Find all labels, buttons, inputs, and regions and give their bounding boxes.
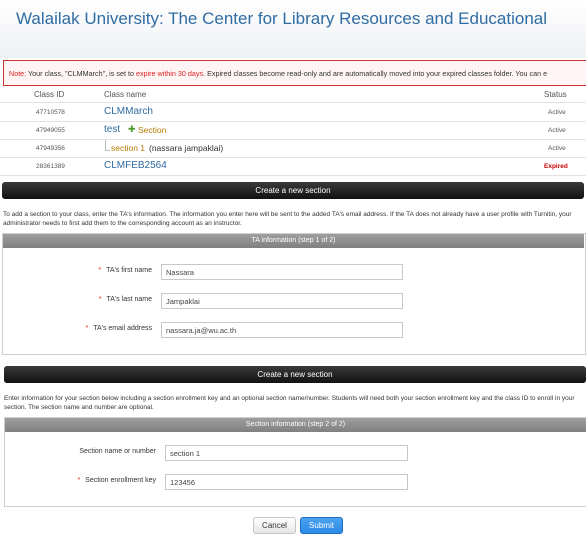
class-name-link[interactable]: CLMMarch (104, 106, 153, 117)
section-name-field[interactable] (165, 445, 408, 461)
header-status: Status (544, 90, 567, 99)
class-status-expired: Expired (544, 163, 568, 170)
class-id: 47710578 (36, 109, 65, 116)
last-name-label-text: TA's last name (106, 296, 152, 303)
create-section-bar: Create a new section (4, 366, 586, 383)
class-id: 47949356 (36, 145, 65, 152)
ta-last-name-field[interactable] (161, 293, 403, 309)
enrollment-key-field[interactable] (165, 474, 408, 490)
first-name-label-text: TA's first name (106, 267, 152, 274)
class-status: Active (548, 145, 566, 152)
class-name-link[interactable]: CLMFEB2564 (104, 160, 167, 171)
required-marker: * (98, 267, 102, 274)
email-label: * TA's email address (50, 325, 152, 332)
required-marker: * (85, 325, 89, 332)
add-section-link[interactable]: Section (138, 125, 166, 135)
enrollment-key-label-text: Section enrollment key (85, 477, 156, 484)
note-text-before: Your class, "CLMMarch", is set to (26, 69, 136, 78)
class-status: Active (548, 109, 566, 116)
submit-button[interactable]: Submit (300, 517, 343, 534)
divider (0, 102, 586, 103)
divider (0, 139, 586, 140)
tree-connector (105, 140, 110, 151)
ta-first-name-field[interactable] (161, 264, 403, 280)
create-section-bar: Create a new section (2, 182, 584, 199)
required-marker: * (77, 477, 81, 484)
divider (0, 157, 586, 158)
email-label-text: TA's email address (93, 325, 152, 332)
class-id: 28361389 (36, 163, 65, 170)
cancel-button[interactable]: Cancel (253, 517, 296, 534)
divider (0, 121, 586, 122)
section-owner: (nassara jampaklai) (149, 143, 224, 153)
header-class-name: Class name (104, 90, 147, 99)
section-description: Enter information for your section below… (4, 395, 575, 411)
ta-description: To add a section to your class, enter th… (3, 211, 572, 227)
ta-email-field[interactable] (161, 322, 403, 338)
required-marker: * (98, 296, 102, 303)
section-name-label: Section name or number (79, 448, 156, 455)
class-status: Active (548, 127, 566, 134)
divider (0, 175, 586, 176)
plus-icon: ✚ (128, 124, 136, 134)
note-text-after: . Expired classes become read-only and a… (203, 69, 548, 78)
first-name-label: * TA's first name (60, 267, 152, 274)
page-title: Walailak University: The Center for Libr… (16, 9, 548, 28)
section-panel-title: Section information (step 2 of 2) (5, 418, 586, 432)
enrollment-key-label: * Section enrollment key (40, 477, 156, 484)
ta-panel-title: TA information (step 1 of 2) (3, 234, 584, 248)
class-name-link[interactable]: test (104, 124, 120, 135)
header-class-id: Class ID (34, 90, 65, 99)
note-label: Note: (9, 69, 27, 78)
last-name-label: * TA's last name (60, 296, 152, 303)
section-name-link[interactable]: section 1 (111, 143, 145, 153)
expiry-note-banner: Note: Your class, "CLMMarch", is set to … (3, 60, 586, 86)
class-id: 47949055 (36, 127, 65, 134)
note-highlight: expire within 30 days (135, 69, 204, 78)
